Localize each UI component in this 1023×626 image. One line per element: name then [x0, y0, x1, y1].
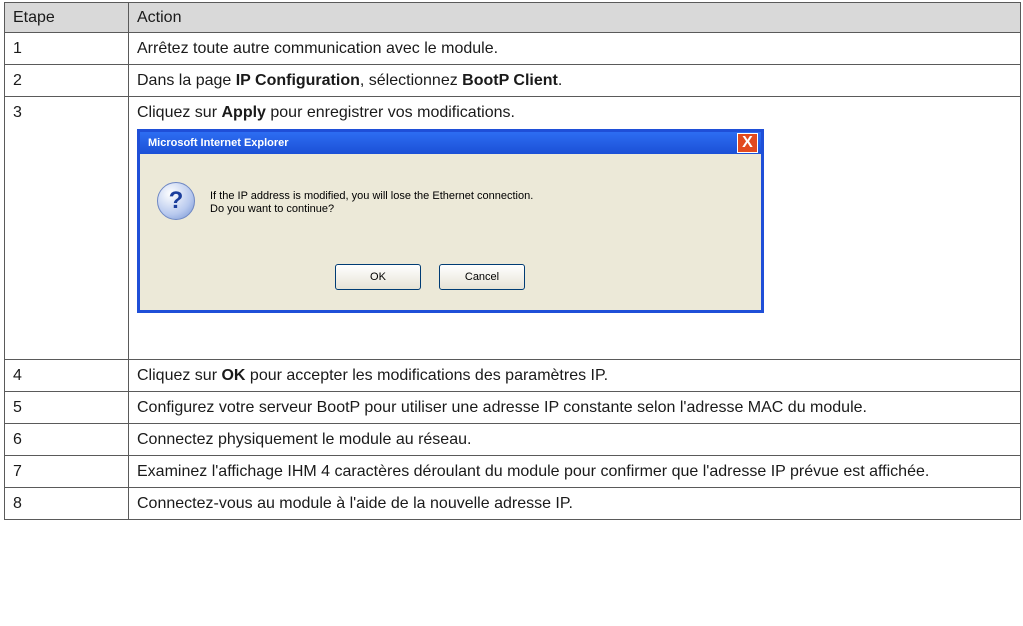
close-icon[interactable]: X: [737, 133, 758, 153]
step-action: Cliquez sur OK pour accepter les modific…: [128, 359, 1021, 392]
step-action: Configurez votre serveur BootP pour util…: [128, 391, 1021, 424]
step-action: Connectez physiquement le module au rése…: [128, 423, 1021, 456]
step-action: Dans la page IP Configuration, sélection…: [128, 64, 1021, 97]
steps-table: Etape Action 1 Arrêtez toute autre commu…: [4, 2, 1021, 520]
step-number: 1: [4, 32, 129, 65]
dialog-message: If the IP address is modified, you will …: [210, 190, 534, 215]
table-row: 3 Cliquez sur Apply pour enregistrer vos…: [4, 96, 1021, 360]
step-number: 4: [4, 359, 129, 392]
table-header-row: Etape Action: [4, 2, 1021, 33]
dialog-titlebar: Microsoft Internet Explorer X: [140, 132, 761, 154]
table-row: 1 Arrêtez toute autre communication avec…: [4, 32, 1021, 65]
step-number: 8: [4, 487, 129, 520]
dialog-title: Microsoft Internet Explorer: [148, 137, 289, 149]
cancel-button[interactable]: Cancel: [439, 264, 525, 290]
step-action: Connectez-vous au module à l'aide de la …: [128, 487, 1021, 520]
step-number: 5: [4, 391, 129, 424]
table-row: 8 Connectez-vous au module à l'aide de l…: [4, 487, 1021, 520]
header-step: Etape: [4, 2, 129, 33]
table-row: 2 Dans la page IP Configuration, sélecti…: [4, 64, 1021, 97]
table-row: 7 Examinez l'affichage IHM 4 caractères …: [4, 455, 1021, 488]
header-action: Action: [128, 2, 1021, 33]
step-number: 3: [4, 96, 129, 360]
table-row: 5 Configurez votre serveur BootP pour ut…: [4, 391, 1021, 424]
table-row: 4 Cliquez sur OK pour accepter les modif…: [4, 359, 1021, 392]
step-number: 2: [4, 64, 129, 97]
step-number: 7: [4, 455, 129, 488]
ok-button[interactable]: OK: [335, 264, 421, 290]
step-action: Examinez l'affichage IHM 4 caractères dé…: [128, 455, 1021, 488]
step-number: 6: [4, 423, 129, 456]
question-icon: ?: [157, 182, 195, 220]
table-row: 6 Connectez physiquement le module au ré…: [4, 423, 1021, 456]
step-action: Arrêtez toute autre communication avec l…: [128, 32, 1021, 65]
step-action: Cliquez sur Apply pour enregistrer vos m…: [128, 96, 1021, 360]
ie-confirm-dialog: Microsoft Internet Explorer X ? If the I…: [137, 129, 764, 313]
